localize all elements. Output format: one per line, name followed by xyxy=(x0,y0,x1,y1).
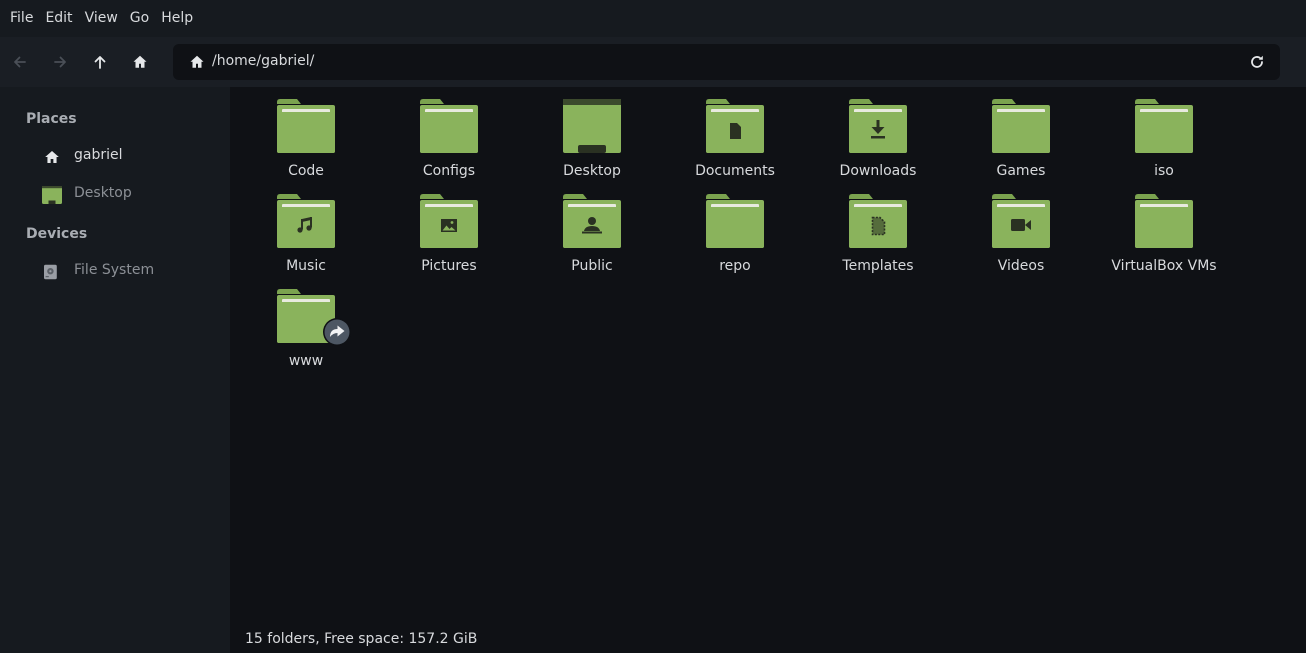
folder-icon xyxy=(992,99,1050,153)
sidebar-item-label: gabriel xyxy=(74,147,123,163)
sidebar-item-gabriel[interactable]: gabriel xyxy=(0,141,230,173)
folder-public-icon xyxy=(563,194,621,248)
folder-item[interactable]: Desktop xyxy=(518,89,658,181)
arrow-up-icon xyxy=(94,56,106,69)
folder-item[interactable]: Documents xyxy=(661,89,801,181)
folder-label: Games xyxy=(996,163,1046,179)
folder-item[interactable]: Configs xyxy=(375,89,515,181)
folder-music-icon xyxy=(277,194,335,248)
folder-item[interactable]: www xyxy=(232,279,372,371)
menu-edit[interactable]: Edit xyxy=(39,0,78,37)
drive-icon xyxy=(44,264,57,280)
toolbar: /home/gabriel/ xyxy=(0,37,1306,87)
home-button[interactable] xyxy=(120,42,160,82)
folder-label: Code xyxy=(288,163,324,179)
sidebar-item-label: Desktop xyxy=(74,185,132,201)
folder-label: Documents xyxy=(695,163,775,179)
folder-pictures-icon xyxy=(420,194,478,248)
location-bar[interactable]: /home/gabriel/ xyxy=(173,44,1280,80)
folder-symlink-icon xyxy=(277,289,351,346)
folder-item[interactable]: VirtualBox VMs xyxy=(1090,184,1230,276)
home-icon xyxy=(190,55,204,68)
sidebar-item-desktop[interactable]: Desktop xyxy=(0,179,230,211)
folder-templates-icon xyxy=(849,194,907,248)
folder-label: VirtualBox VMs xyxy=(1111,258,1217,274)
folder-item[interactable]: repo xyxy=(661,184,801,276)
up-button[interactable] xyxy=(80,42,120,82)
home-icon xyxy=(133,55,147,68)
desktop-folder-icon xyxy=(563,99,621,153)
status-text: 15 folders, Free space: 157.2 GiB xyxy=(245,631,478,647)
file-view[interactable]: Code Configs Desktop Documents Downloads… xyxy=(230,87,1306,653)
menu-view[interactable]: View xyxy=(79,0,124,37)
folder-label: www xyxy=(288,353,324,369)
folder-label: Configs xyxy=(422,163,476,179)
folder-icon xyxy=(420,99,478,153)
folder-icon xyxy=(277,99,335,153)
devices-heading: Devices xyxy=(26,226,88,242)
folder-item[interactable]: Downloads xyxy=(804,89,944,181)
folder-item[interactable]: Templates xyxy=(804,184,944,276)
menu-help[interactable]: Help xyxy=(155,0,199,37)
folder-label: iso xyxy=(1154,163,1174,179)
menu-file[interactable]: File xyxy=(4,0,39,37)
forward-button[interactable] xyxy=(40,42,80,82)
folder-label: Pictures xyxy=(421,258,477,274)
folder-item[interactable]: Code xyxy=(232,89,372,181)
folder-item[interactable]: Pictures xyxy=(375,184,515,276)
folder-item[interactable]: Videos xyxy=(947,184,1087,276)
menubar: File Edit View Go Help xyxy=(0,0,1306,37)
folder-icon xyxy=(706,194,764,248)
refresh-icon[interactable] xyxy=(1249,54,1265,70)
folder-label: Music xyxy=(286,258,326,274)
folder-label: Downloads xyxy=(839,163,917,179)
home-icon xyxy=(45,151,59,163)
folder-documents-icon xyxy=(706,99,764,153)
desktop-folder-icon xyxy=(42,186,62,204)
arrow-left-icon xyxy=(14,56,26,68)
folder-downloads-icon xyxy=(849,99,907,153)
folder-item[interactable]: Public xyxy=(518,184,658,276)
folder-icon xyxy=(1135,99,1193,153)
folder-videos-icon xyxy=(992,194,1050,248)
folder-item[interactable]: Games xyxy=(947,89,1087,181)
places-heading: Places xyxy=(26,111,77,127)
folder-label: Videos xyxy=(997,258,1045,274)
back-button[interactable] xyxy=(0,42,40,82)
folder-label: Public xyxy=(571,258,613,274)
folder-item[interactable]: Music xyxy=(232,184,372,276)
folder-label: Desktop xyxy=(563,163,621,179)
sidebar: Places gabriel Desktop Devices File Syst… xyxy=(0,87,230,653)
location-path[interactable]: /home/gabriel/ xyxy=(212,53,314,69)
arrow-right-icon xyxy=(54,56,66,68)
folder-label: repo xyxy=(719,258,751,274)
folder-label: Templates xyxy=(842,258,914,274)
folder-icon xyxy=(1135,194,1193,248)
menu-go[interactable]: Go xyxy=(124,0,155,37)
folder-item[interactable]: iso xyxy=(1090,89,1230,181)
sidebar-item-label: File System xyxy=(74,262,155,278)
sidebar-item-file-system[interactable]: File System xyxy=(0,256,230,288)
